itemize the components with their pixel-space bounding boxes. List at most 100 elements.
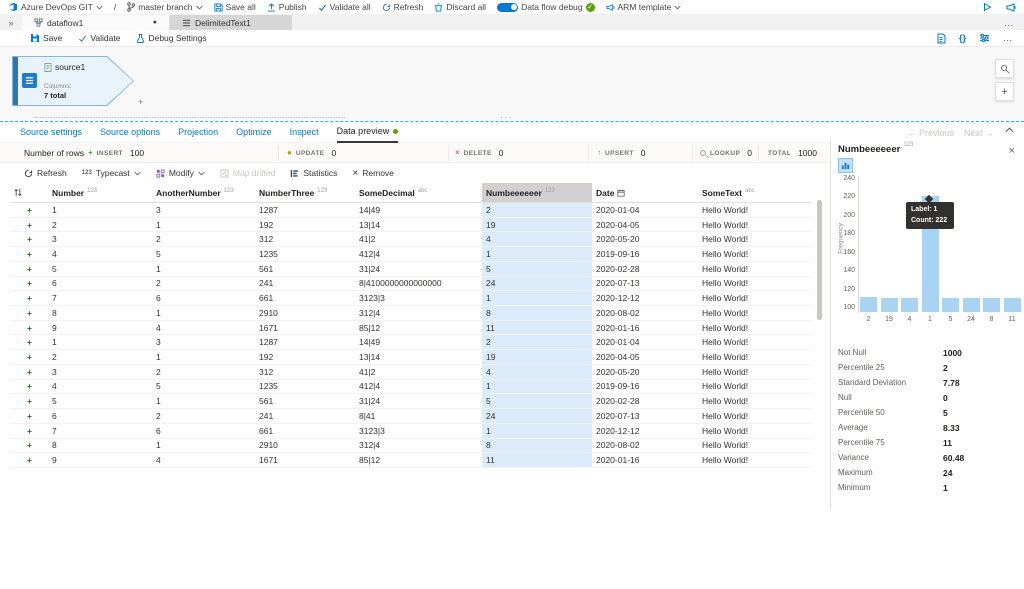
- table-row[interactable]: +6 2 241 8|4100000000000000 24 2020-07-13 Hell…: [10, 276, 812, 292]
- publish-button[interactable]: Publish: [267, 2, 307, 12]
- settings-sliders-icon[interactable]: [979, 33, 990, 43]
- refresh-button[interactable]: Refresh: [24, 168, 67, 178]
- cell: 2: [156, 366, 161, 377]
- table-row[interactable]: +9 4 1671 85|12 11 2020-01-16 Hello World!: [10, 320, 812, 336]
- remove-button[interactable]: × Remove: [352, 168, 394, 179]
- table-row[interactable]: +9 4 1671 85|12 11 2020-01-16 Hello World!: [10, 453, 812, 468]
- table-row[interactable]: +4 5 1235 412|4 1 2019-09-16 Hello World!: [10, 247, 812, 262]
- typecast-menu[interactable]: 123 Typecast: [82, 168, 141, 178]
- table-row[interactable]: +3 2 312 41|2 4 2020-05-20 Hello World!: [10, 232, 812, 248]
- table-row[interactable]: +3 2 312 41|2 4 2020-05-20 Hello World!: [10, 364, 812, 380]
- tab-inspect[interactable]: Inspect: [290, 122, 319, 143]
- debug-settings-button[interactable]: Debug Settings: [136, 33, 207, 43]
- refresh-icon: [382, 3, 391, 12]
- histogram-bar[interactable]: [983, 297, 1000, 312]
- stat-row: Standard Deviation 7.78: [831, 375, 1024, 390]
- cell: 561: [259, 263, 274, 274]
- table-row[interactable]: +1 3 1287 14|49 2 2020-01-04 Hello World!: [10, 335, 812, 351]
- source1-node[interactable]: source1 Columns: 7 total +: [12, 56, 143, 107]
- discard-all-button[interactable]: Discard all: [434, 2, 486, 12]
- tab-optimize[interactable]: Optimize: [236, 122, 272, 143]
- preview-actions-toolbar: Refresh 123 Typecast Modify Map drifted …: [0, 163, 829, 183]
- insert-row-marker: +: [27, 263, 32, 274]
- column-header-somedecimal[interactable]: SomeDecimal abc: [355, 183, 482, 202]
- table-row[interactable]: +7 6 661 3123|3 1 2020-12-12 Hello World!: [10, 291, 812, 307]
- code-braces-icon[interactable]: {}: [959, 33, 966, 43]
- zoom-in-button[interactable]: +: [995, 82, 1014, 101]
- column-header-number[interactable]: Number 123: [48, 183, 152, 202]
- expand-sidebar-button[interactable]: »: [0, 15, 22, 30]
- column-header-anothernumber[interactable]: AnotherNumber 123: [152, 183, 255, 202]
- more-icon[interactable]: …: [1003, 33, 1012, 43]
- cell: 2020-02-28: [596, 396, 640, 407]
- tab-delimitedtext1[interactable]: DelimitedText1: [170, 15, 292, 30]
- toggle-on-icon[interactable]: [497, 2, 519, 12]
- table-row[interactable]: +2 1 192 13|14 19 2020-04-05 Hello World!: [10, 217, 812, 233]
- column-header-numbeeeeeer[interactable]: Numbeeeeeer 123: [482, 183, 592, 202]
- insert-row-marker: +: [27, 234, 32, 245]
- feedback-icon[interactable]: [1006, 2, 1016, 12]
- cell: 6: [156, 293, 161, 304]
- cell: 85|12: [359, 455, 381, 466]
- histogram-bar[interactable]: [1003, 297, 1021, 312]
- chart-view-button[interactable]: [838, 158, 853, 173]
- histogram-bar[interactable]: [962, 297, 980, 312]
- table-row[interactable]: +2 1 192 13|14 19 2020-04-05 Hello World!: [10, 350, 812, 365]
- table-row[interactable]: +8 1 2910 312|4 8 2020-08-02 Hello World!: [10, 438, 812, 454]
- cell: 1671: [259, 322, 278, 333]
- refresh-button[interactable]: Refresh: [382, 2, 423, 12]
- save-button[interactable]: Save: [30, 33, 62, 43]
- check-icon: [78, 34, 87, 43]
- tab-projection[interactable]: Projection: [178, 122, 218, 143]
- branch-menu[interactable]: master branch: [127, 2, 203, 12]
- histogram-bar[interactable]: [942, 297, 959, 312]
- add-transformation-button[interactable]: +: [138, 97, 143, 107]
- data-flow-debug-toggle[interactable]: Data flow debug ✓: [497, 2, 595, 12]
- tab-data-preview[interactable]: Data preview: [336, 122, 399, 143]
- arm-template-menu[interactable]: ARM template: [605, 2, 682, 12]
- statistics-button[interactable]: Statistics: [290, 168, 337, 178]
- zoom-search-button[interactable]: [995, 59, 1014, 78]
- source-dataset-icon: [22, 73, 37, 88]
- tab-source-settings[interactable]: Source settings: [20, 122, 82, 143]
- histogram-bar[interactable]: [901, 297, 918, 312]
- column-header-date[interactable]: Date: [592, 183, 698, 202]
- previous-page-button[interactable]: ← Previous: [907, 128, 954, 138]
- table-row[interactable]: +8 1 2910 312|4 8 2020-08-02 Hello World!: [10, 306, 812, 321]
- tab-source-options[interactable]: Source options: [100, 122, 160, 143]
- cell: 11: [482, 453, 592, 467]
- cell: 2910: [259, 440, 278, 451]
- tab-dataflow1[interactable]: dataflow1 ●: [22, 15, 170, 30]
- column-header-numberthree[interactable]: NumberThree 123: [255, 183, 355, 202]
- column-name: Numbeeeeeer: [486, 187, 542, 198]
- save-all-button[interactable]: Save all: [213, 2, 256, 12]
- source-control-menu[interactable]: Azure DevOps GIT: [8, 2, 103, 12]
- column-header-sometext[interactable]: SomeText abc: [698, 183, 812, 202]
- table-scrollbar-thumb[interactable]: [817, 200, 822, 320]
- collapse-panel-icon[interactable]: [1005, 127, 1014, 133]
- tab-label: Projection: [178, 127, 219, 137]
- cell: 13|14: [359, 352, 381, 363]
- next-page-button[interactable]: Next →: [964, 128, 994, 138]
- cell: 1287: [259, 204, 278, 215]
- close-icon[interactable]: ×: [1009, 146, 1015, 157]
- dataflow-canvas[interactable]: source1 Columns: 7 total + + ···: [0, 47, 1024, 122]
- modify-menu[interactable]: Modify: [156, 168, 205, 178]
- validate-all-button[interactable]: Validate all: [318, 2, 371, 12]
- more-icon[interactable]: …: [1004, 18, 1024, 28]
- script-icon[interactable]: [936, 33, 946, 44]
- histogram-bar[interactable]: [860, 297, 877, 312]
- stats-panel-title: Numbeeeeeer 123: [838, 142, 914, 155]
- histogram-bar[interactable]: [880, 297, 898, 312]
- sort-column-header[interactable]: [10, 183, 48, 202]
- play-icon[interactable]: [983, 2, 992, 12]
- validate-button[interactable]: Validate: [78, 33, 120, 43]
- path-separator: /: [113, 2, 117, 12]
- table-row[interactable]: +7 6 661 3123|3 1 2020-12-12 Hello World!: [10, 423, 812, 439]
- table-row[interactable]: +1 3 1287 14|49 2 2020-01-04 Hello World!: [10, 203, 812, 218]
- table-row[interactable]: +5 1 561 31|24 5 2020-02-28 Hello World!: [10, 394, 812, 410]
- table-row[interactable]: +6 2 241 8|41 24 2020-07-13 Hello World!: [10, 409, 812, 424]
- canvas-dotted-guide: [35, 117, 345, 118]
- table-row[interactable]: +5 1 561 31|24 5 2020-02-28 Hello World!: [10, 261, 812, 277]
- table-row[interactable]: +4 5 1235 412|4 1 2019-09-16 Hello World!: [10, 379, 812, 395]
